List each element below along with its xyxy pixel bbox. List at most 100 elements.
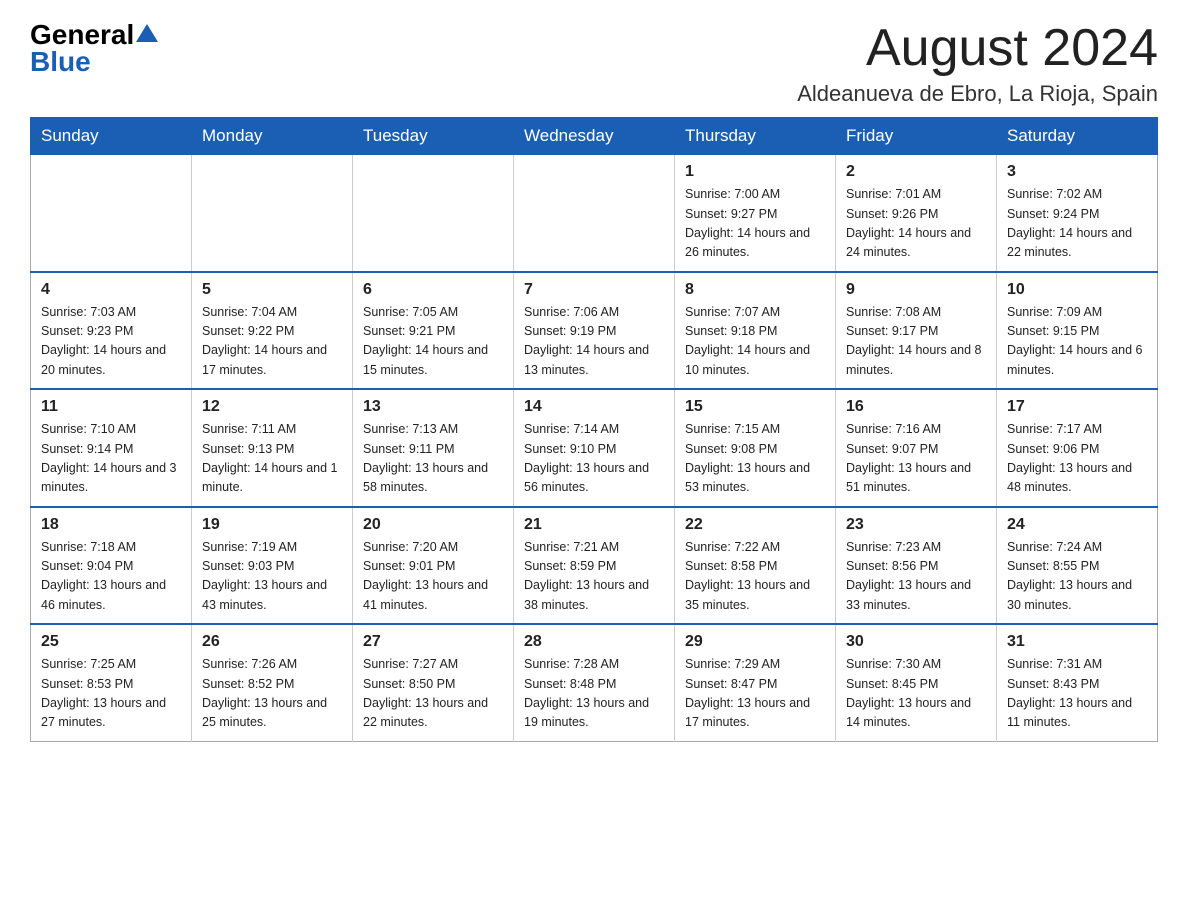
day-number: 5 xyxy=(202,281,342,299)
day-info: Sunrise: 7:02 AM Sunset: 9:24 PM Dayligh… xyxy=(1007,185,1147,263)
day-number: 9 xyxy=(846,281,986,299)
week-row-4: 18 Sunrise: 7:18 AM Sunset: 9:04 PM Dayli… xyxy=(31,507,1158,625)
page-header: General Blue August 2024 Aldeanueva de E… xyxy=(30,20,1158,107)
day-number: 2 xyxy=(846,163,986,181)
day-cell: 20 Sunrise: 7:20 AM Sunset: 9:01 PM Dayli… xyxy=(353,507,514,625)
day-number: 25 xyxy=(41,633,181,651)
day-cell: 25 Sunrise: 7:25 AM Sunset: 8:53 PM Dayli… xyxy=(31,624,192,741)
day-cell xyxy=(514,155,675,272)
day-cell: 30 Sunrise: 7:30 AM Sunset: 8:45 PM Dayli… xyxy=(836,624,997,741)
day-info: Sunrise: 7:18 AM Sunset: 9:04 PM Dayligh… xyxy=(41,538,181,616)
day-info: Sunrise: 7:05 AM Sunset: 9:21 PM Dayligh… xyxy=(363,303,503,381)
day-info: Sunrise: 7:24 AM Sunset: 8:55 PM Dayligh… xyxy=(1007,538,1147,616)
title-block: August 2024 Aldeanueva de Ebro, La Rioja… xyxy=(797,20,1158,107)
day-cell: 11 Sunrise: 7:10 AM Sunset: 9:14 PM Dayli… xyxy=(31,389,192,507)
day-info: Sunrise: 7:30 AM Sunset: 8:45 PM Dayligh… xyxy=(846,655,986,733)
day-number: 1 xyxy=(685,163,825,181)
day-cell xyxy=(31,155,192,272)
day-number: 26 xyxy=(202,633,342,651)
day-cell: 21Sunrise: 7:21 AM Sunset: 8:59 PM Dayli… xyxy=(514,507,675,625)
day-number: 11 xyxy=(41,398,181,416)
day-cell: 24 Sunrise: 7:24 AM Sunset: 8:55 PM Dayli… xyxy=(997,507,1158,625)
day-info: Sunrise: 7:06 AM Sunset: 9:19 PM Dayligh… xyxy=(524,303,664,381)
day-info: Sunrise: 7:13 AM Sunset: 9:11 PM Dayligh… xyxy=(363,420,503,498)
day-cell: 6 Sunrise: 7:05 AM Sunset: 9:21 PM Daylig… xyxy=(353,272,514,390)
week-row-5: 25 Sunrise: 7:25 AM Sunset: 8:53 PM Dayli… xyxy=(31,624,1158,741)
day-info: Sunrise: 7:27 AM Sunset: 8:50 PM Dayligh… xyxy=(363,655,503,733)
month-title: August 2024 xyxy=(797,20,1158,77)
day-number: 10 xyxy=(1007,281,1147,299)
day-cell: 31 Sunrise: 7:31 AM Sunset: 8:43 PM Dayli… xyxy=(997,624,1158,741)
day-number: 29 xyxy=(685,633,825,651)
day-info: Sunrise: 7:10 AM Sunset: 9:14 PM Dayligh… xyxy=(41,420,181,498)
day-info: Sunrise: 7:28 AM Sunset: 8:48 PM Dayligh… xyxy=(524,655,664,733)
day-cell: 14 Sunrise: 7:14 AM Sunset: 9:10 PM Dayli… xyxy=(514,389,675,507)
logo-blue: Blue xyxy=(30,47,158,78)
day-info: Sunrise: 7:01 AM Sunset: 9:26 PM Dayligh… xyxy=(846,185,986,263)
day-cell: 3 Sunrise: 7:02 AM Sunset: 9:24 PM Daylig… xyxy=(997,155,1158,272)
header-wednesday: Wednesday xyxy=(514,118,675,155)
day-info: Sunrise: 7:19 AM Sunset: 9:03 PM Dayligh… xyxy=(202,538,342,616)
day-info: Sunrise: 7:25 AM Sunset: 8:53 PM Dayligh… xyxy=(41,655,181,733)
header-thursday: Thursday xyxy=(675,118,836,155)
day-cell: 12Sunrise: 7:11 AM Sunset: 9:13 PM Dayli… xyxy=(192,389,353,507)
day-cell: 2 Sunrise: 7:01 AM Sunset: 9:26 PM Daylig… xyxy=(836,155,997,272)
day-info: Sunrise: 7:29 AM Sunset: 8:47 PM Dayligh… xyxy=(685,655,825,733)
day-cell: 5Sunrise: 7:04 AM Sunset: 9:22 PM Daylig… xyxy=(192,272,353,390)
day-info: Sunrise: 7:08 AM Sunset: 9:17 PM Dayligh… xyxy=(846,303,986,381)
day-info: Sunrise: 7:14 AM Sunset: 9:10 PM Dayligh… xyxy=(524,420,664,498)
day-info: Sunrise: 7:31 AM Sunset: 8:43 PM Dayligh… xyxy=(1007,655,1147,733)
day-number: 8 xyxy=(685,281,825,299)
day-info: Sunrise: 7:00 AM Sunset: 9:27 PM Dayligh… xyxy=(685,185,825,263)
day-cell: 17Sunrise: 7:17 AM Sunset: 9:06 PM Dayli… xyxy=(997,389,1158,507)
day-number: 7 xyxy=(524,281,664,299)
day-cell: 22 Sunrise: 7:22 AM Sunset: 8:58 PM Dayli… xyxy=(675,507,836,625)
calendar-header-row: SundayMondayTuesdayWednesdayThursdayFrid… xyxy=(31,118,1158,155)
day-number: 15 xyxy=(685,398,825,416)
day-number: 31 xyxy=(1007,633,1147,651)
calendar-table: SundayMondayTuesdayWednesdayThursdayFrid… xyxy=(30,117,1158,742)
day-info: Sunrise: 7:17 AM Sunset: 9:06 PM Dayligh… xyxy=(1007,420,1147,498)
week-row-2: 4 Sunrise: 7:03 AM Sunset: 9:23 PM Daylig… xyxy=(31,272,1158,390)
day-info: Sunrise: 7:22 AM Sunset: 8:58 PM Dayligh… xyxy=(685,538,825,616)
day-info: Sunrise: 7:03 AM Sunset: 9:23 PM Dayligh… xyxy=(41,303,181,381)
day-info: Sunrise: 7:26 AM Sunset: 8:52 PM Dayligh… xyxy=(202,655,342,733)
week-row-3: 11 Sunrise: 7:10 AM Sunset: 9:14 PM Dayli… xyxy=(31,389,1158,507)
day-cell: 7 Sunrise: 7:06 AM Sunset: 9:19 PM Daylig… xyxy=(514,272,675,390)
day-info: Sunrise: 7:21 AM Sunset: 8:59 PM Dayligh… xyxy=(524,538,664,616)
day-number: 18 xyxy=(41,516,181,534)
day-number: 22 xyxy=(685,516,825,534)
day-number: 28 xyxy=(524,633,664,651)
day-cell: 28 Sunrise: 7:28 AM Sunset: 8:48 PM Dayli… xyxy=(514,624,675,741)
day-cell: 10Sunrise: 7:09 AM Sunset: 9:15 PM Dayli… xyxy=(997,272,1158,390)
day-cell: 29 Sunrise: 7:29 AM Sunset: 8:47 PM Dayli… xyxy=(675,624,836,741)
day-cell xyxy=(192,155,353,272)
day-cell: 26 Sunrise: 7:26 AM Sunset: 8:52 PM Dayli… xyxy=(192,624,353,741)
day-number: 14 xyxy=(524,398,664,416)
day-number: 13 xyxy=(363,398,503,416)
day-cell: 9 Sunrise: 7:08 AM Sunset: 9:17 PM Daylig… xyxy=(836,272,997,390)
day-number: 3 xyxy=(1007,163,1147,181)
day-number: 19 xyxy=(202,516,342,534)
location-title: Aldeanueva de Ebro, La Rioja, Spain xyxy=(797,81,1158,107)
day-number: 20 xyxy=(363,516,503,534)
week-row-1: 1 Sunrise: 7:00 AM Sunset: 9:27 PM Daylig… xyxy=(31,155,1158,272)
day-number: 23 xyxy=(846,516,986,534)
day-cell xyxy=(353,155,514,272)
day-number: 30 xyxy=(846,633,986,651)
day-number: 24 xyxy=(1007,516,1147,534)
day-info: Sunrise: 7:11 AM Sunset: 9:13 PM Dayligh… xyxy=(202,420,342,498)
day-cell: 4 Sunrise: 7:03 AM Sunset: 9:23 PM Daylig… xyxy=(31,272,192,390)
day-info: Sunrise: 7:20 AM Sunset: 9:01 PM Dayligh… xyxy=(363,538,503,616)
header-monday: Monday xyxy=(192,118,353,155)
day-cell: 8 Sunrise: 7:07 AM Sunset: 9:18 PM Daylig… xyxy=(675,272,836,390)
day-cell: 1 Sunrise: 7:00 AM Sunset: 9:27 PM Daylig… xyxy=(675,155,836,272)
header-sunday: Sunday xyxy=(31,118,192,155)
header-friday: Friday xyxy=(836,118,997,155)
day-info: Sunrise: 7:07 AM Sunset: 9:18 PM Dayligh… xyxy=(685,303,825,381)
day-number: 4 xyxy=(41,281,181,299)
day-info: Sunrise: 7:16 AM Sunset: 9:07 PM Dayligh… xyxy=(846,420,986,498)
day-number: 16 xyxy=(846,398,986,416)
header-saturday: Saturday xyxy=(997,118,1158,155)
day-number: 6 xyxy=(363,281,503,299)
